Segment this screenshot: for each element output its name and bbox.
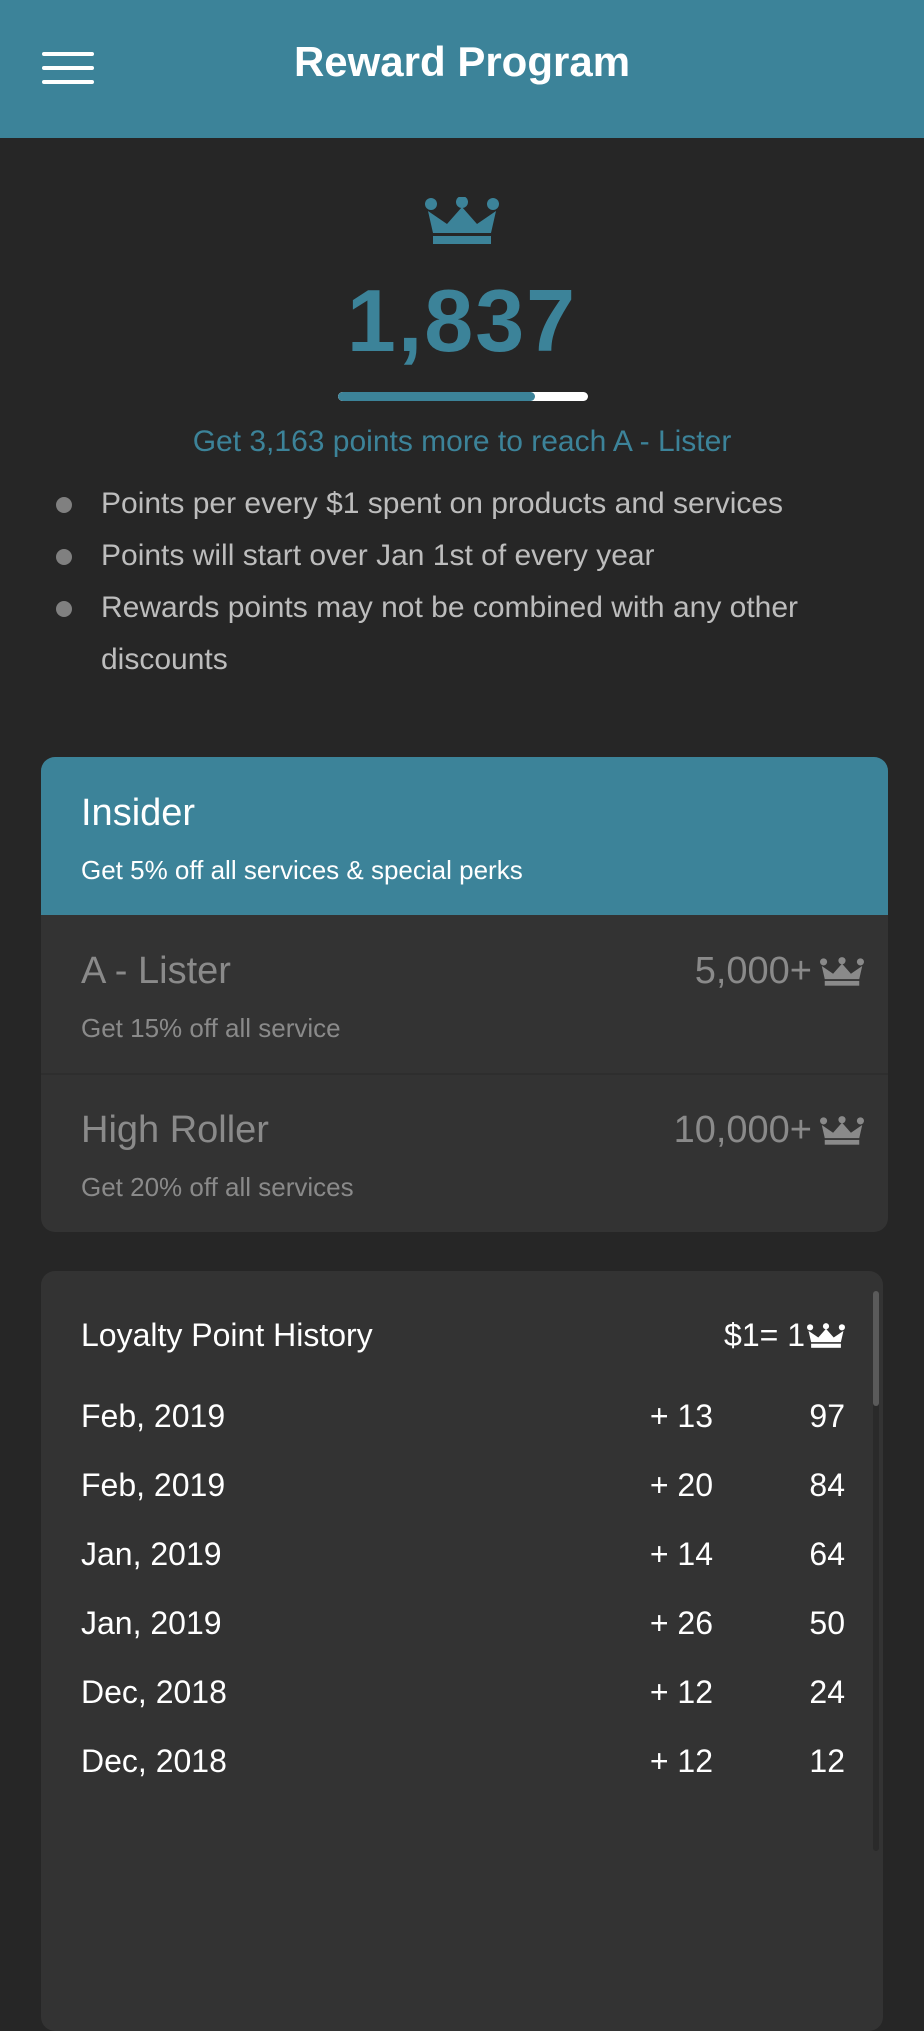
tier-threshold: 5,000+: [695, 950, 864, 993]
tier-high-roller[interactable]: High Roller Get 20% off all services 10,…: [41, 1074, 888, 1232]
history-change: + 12: [649, 1743, 713, 1779]
history-row: Feb, 2019 + 13 97: [41, 1398, 883, 1448]
history-date: Dec, 2018: [81, 1674, 227, 1710]
crown-icon: [807, 1322, 845, 1349]
crown-icon: [820, 1115, 864, 1146]
crown-icon: [820, 956, 864, 987]
history-row: Jan, 2019 + 14 64: [41, 1536, 883, 1586]
history-date: Feb, 2019: [81, 1467, 226, 1503]
history-total: 97: [809, 1398, 845, 1434]
history-total: 24: [809, 1674, 845, 1710]
history-total: 50: [809, 1605, 845, 1641]
history-date: Feb, 2019: [81, 1398, 226, 1434]
tier-threshold-value: 10,000+: [673, 1109, 812, 1151]
history-rate-text: $1= 1: [724, 1317, 805, 1353]
history-change: + 20: [649, 1467, 713, 1503]
history-row: Jan, 2019 + 26 50: [41, 1605, 883, 1655]
history-total: 64: [809, 1536, 845, 1572]
tier-description: Get 20% off all services: [81, 1172, 354, 1202]
rule-item: Points will start over Jan 1st of every …: [56, 530, 886, 582]
history-row: Dec, 2018 + 12 12: [41, 1743, 883, 1793]
rule-item: Rewards points may not be combined with …: [56, 582, 886, 686]
history-total: 12: [809, 1743, 845, 1779]
history-rate: $1= 1: [724, 1317, 845, 1354]
tier-threshold-value: 5,000+: [694, 950, 812, 992]
tier-a-lister[interactable]: A - Lister Get 15% off all service 5,000…: [41, 915, 888, 1073]
crown-icon: [425, 197, 499, 245]
tier-name: Insider: [81, 792, 196, 834]
tier-description: Get 15% off all service: [81, 1013, 341, 1043]
app-header: Reward Program: [0, 0, 924, 138]
points-progress-bar: [338, 392, 588, 401]
history-row: Dec, 2018 + 12 24: [41, 1674, 883, 1724]
rule-item: Points per every $1 spent on products an…: [56, 478, 886, 530]
scrollbar-thumb[interactable]: [873, 1291, 879, 1406]
history-change: + 13: [649, 1398, 713, 1434]
history-date: Dec, 2018: [81, 1743, 227, 1779]
tier-name: A - Lister: [81, 950, 231, 992]
points-progress-fill: [338, 392, 535, 401]
points-balance: 1,837: [346, 271, 578, 370]
history-total: 84: [809, 1467, 845, 1503]
progress-caption: Get 3,163 points more to reach A - Liste…: [192, 425, 732, 458]
tier-insider[interactable]: Insider Get 5% off all services & specia…: [41, 757, 888, 915]
history-change: + 12: [649, 1674, 713, 1710]
loyalty-history-card: Loyalty Point History $1= 1 Feb, 2019 + …: [41, 1271, 883, 2031]
rules-list: Points per every $1 spent on products an…: [56, 478, 886, 686]
history-title: Loyalty Point History: [81, 1317, 373, 1353]
page-title: Reward Program: [293, 38, 631, 85]
tiers-card: Insider Get 5% off all services & specia…: [41, 757, 888, 1232]
tier-name: High Roller: [81, 1109, 269, 1151]
tier-description: Get 5% off all services & special perks: [81, 855, 523, 885]
history-row: Feb, 2019 + 20 84: [41, 1467, 883, 1517]
history-scrollbar[interactable]: [873, 1291, 879, 1851]
history-change: + 26: [649, 1605, 713, 1641]
history-date: Jan, 2019: [81, 1536, 222, 1572]
history-change: + 14: [649, 1536, 713, 1572]
tier-threshold: 10,000+: [674, 1109, 864, 1152]
history-date: Jan, 2019: [81, 1605, 222, 1641]
